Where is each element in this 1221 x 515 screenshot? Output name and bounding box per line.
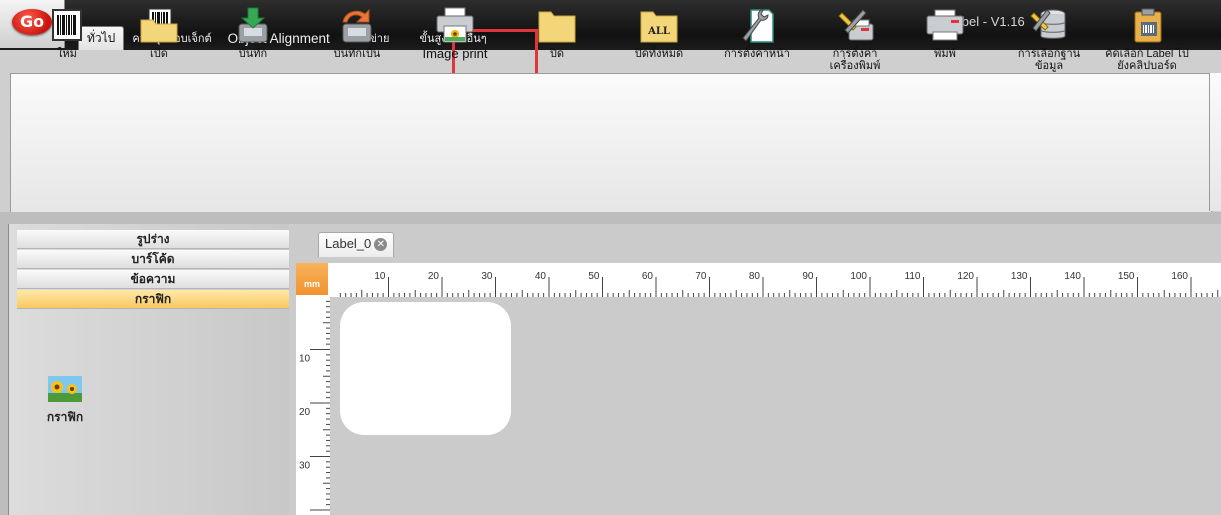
save-as-icon [342, 8, 372, 43]
page-setup-icon [742, 9, 774, 43]
save-disk-icon [238, 7, 268, 43]
page-setup-button[interactable]: การตั้งค่าหน้า [712, 6, 802, 60]
save-button[interactable]: บันทึก [208, 6, 298, 60]
print-label: พิมพ์ [934, 48, 956, 60]
close-button[interactable]: ปิด [512, 6, 602, 60]
hruler-label: 70 [695, 271, 707, 282]
print-button[interactable]: พิมพ์ [900, 6, 990, 60]
hruler-label: 90 [802, 271, 814, 282]
ribbon-toolbar [10, 73, 1212, 213]
copy-label-clipboard-icon [1134, 8, 1162, 43]
golabel-window: Go GoLabel - V1.16 ทั่วไป ควบคุมออบเจ็กต… [0, 0, 1221, 515]
new-label: ใหม่ [57, 48, 77, 60]
category-barcode[interactable]: บาร์โค้ด [17, 250, 289, 269]
hruler-label: 150 [1118, 271, 1135, 282]
image-print-icon [436, 7, 474, 43]
barcode-new-icon [52, 9, 82, 41]
hruler-label: 10 [374, 271, 386, 282]
open-button[interactable]: เปิด [114, 6, 204, 60]
sunflower-image-icon [48, 376, 82, 402]
vruler-label: 10 [299, 354, 311, 365]
close-label: ปิด [549, 48, 565, 60]
ribbon-edge [1209, 73, 1221, 211]
printer-setup-icon [838, 9, 874, 41]
document-tab-label: Label_0 [325, 236, 372, 251]
label-canvas[interactable] [340, 302, 511, 435]
open-folder-barcode-icon [140, 8, 178, 43]
hruler-label: 80 [749, 271, 761, 282]
vruler-label: 20 [299, 407, 311, 418]
hruler-label: 120 [957, 271, 974, 282]
vruler-label: 30 [299, 461, 311, 472]
image-print-button[interactable]: Image print [410, 6, 500, 60]
document-tab[interactable]: Label_0 ✕ [318, 232, 395, 257]
hruler-label: 130 [1011, 271, 1028, 282]
hruler-label: 40 [535, 271, 547, 282]
hruler-label: 20 [428, 271, 440, 282]
category-text[interactable]: ข้อความ [17, 270, 289, 289]
hruler-label: 50 [588, 271, 600, 282]
close-circle-icon[interactable]: ✕ [374, 238, 388, 252]
save-as-button[interactable]: บันทึกเป็น [312, 6, 402, 60]
svg-text:ALL: ALL [647, 26, 670, 37]
close-folder-icon [538, 11, 576, 43]
open-label: เปิด [150, 48, 168, 60]
category-graphic[interactable]: กราฟิก [17, 290, 289, 309]
copy-label-clipboard-label: คัดเลือก Label ไปยังคลิปบอร์ด [1105, 48, 1189, 72]
close-all-button[interactable]: ALL ปิดทั้งหมด [614, 6, 704, 60]
database-button[interactable]: การเลือกฐานข้อมูล [1004, 6, 1094, 72]
hruler-label: 60 [642, 271, 654, 282]
database-icon [1030, 9, 1066, 39]
save-label: บันทึก [238, 48, 268, 60]
close-all-label: ปิดทั้งหมด [634, 48, 684, 60]
horizontal-ruler: 10 20 30 40 50 60 70 80 90 100 110 120 130 140 150 160 [330, 263, 1221, 297]
image-print-label: Image print [422, 46, 488, 61]
vertical-ruler-ticks: 10203040 [299, 300, 330, 515]
unit-badge[interactable]: mm [296, 263, 328, 295]
horizontal-ruler-ticks: 10 20 30 40 50 60 70 80 90 100 110 120 130 140 150 160 [339, 271, 1219, 297]
printer-setup-label: การตั้งค่าเครื่องพิมพ์ [829, 48, 881, 72]
close-all-icon: ALL [640, 11, 678, 43]
database-label: การเลือกฐานข้อมูล [1017, 48, 1081, 72]
printer-setup-button[interactable]: การตั้งค่าเครื่องพิมพ์ [810, 6, 900, 72]
printer-icon [926, 9, 964, 41]
object-panel: รูปร่าง บาร์โค้ด ข้อความ กราฟิก [8, 224, 289, 515]
hruler-label: 100 [850, 271, 867, 282]
category-shapes[interactable]: รูปร่าง [17, 230, 289, 249]
vertical-ruler: 10203040 [296, 297, 330, 515]
copy-label-clipboard-button[interactable]: คัดเลือก Label ไปยังคลิปบอร์ด [1102, 6, 1192, 72]
save-as-label: บันทึกเป็น [333, 48, 381, 60]
graphic-item-label: กราฟิก [46, 410, 84, 424]
new-button[interactable]: ใหม่ [22, 6, 112, 60]
hruler-label: 140 [1064, 271, 1081, 282]
page-setup-label: การตั้งค่าหน้า [724, 48, 790, 60]
hruler-label: 160 [1171, 271, 1188, 282]
hruler-label: 110 [905, 271, 921, 282]
graphic-item[interactable]: กราฟิก [40, 376, 90, 427]
hruler-label: 30 [481, 271, 493, 282]
